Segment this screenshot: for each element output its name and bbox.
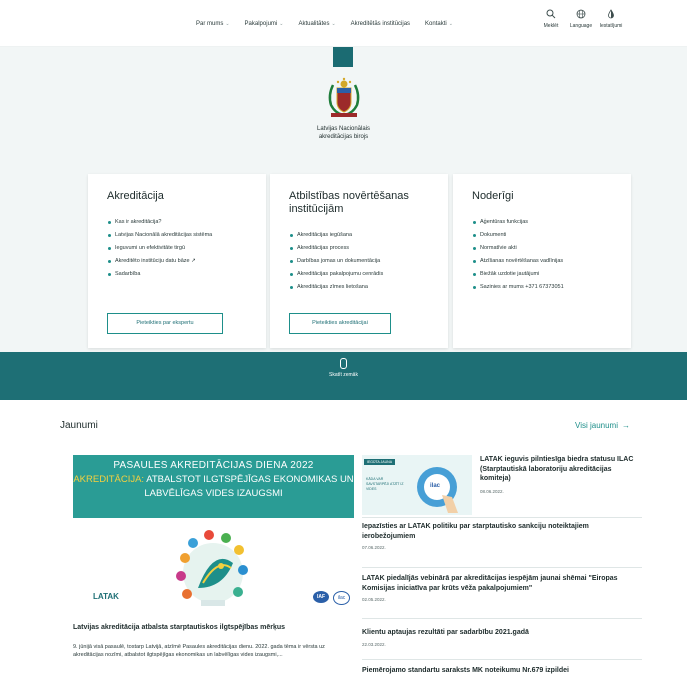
menu-item-par-mums[interactable]: Par mums ⌄ (196, 21, 230, 27)
card-link[interactable]: Darbības jomas un dokumentācija (289, 258, 417, 265)
card-link[interactable]: Akreditēto institūciju datu bāze ↗ (107, 258, 235, 265)
news-item-date: 07.06.2022. (362, 545, 386, 550)
card-link[interactable]: Biežāk uzdotie jautājumi (472, 271, 600, 278)
card-link[interactable]: Ieguvumi un efektivitāte tirgū (107, 245, 235, 252)
menu-item-aktualitates[interactable]: Aktualitātes ⌄ (298, 21, 335, 27)
news-divider (362, 567, 642, 568)
news-divider (362, 659, 642, 660)
org-line-1: Latvijas Nacionālais (316, 126, 371, 132)
iaf-logo: IAF (313, 591, 329, 603)
language-label: Language (569, 23, 593, 29)
news-item-date: 08.06.2022. (480, 488, 504, 494)
news-item-4[interactable]: Klientu aptaujas rezultāti par sadarbību… (362, 628, 642, 647)
ilac-logo: ilac (333, 591, 350, 605)
scroll-label: Skatīt zemāk (329, 372, 358, 378)
top-navigation: Par mums ⌄ Pakalpojumi ⌄ Aktualitātes ⌄ Akr… (0, 0, 687, 47)
card-link[interactable]: Kas ir akreditācija? (107, 219, 235, 226)
organization-name: Latvijas Nacionālais akreditācijas biroj… (0, 125, 687, 141)
settings-button[interactable]: Iestatījumi (596, 9, 626, 29)
card-link[interactable]: Dokumenti (472, 232, 600, 239)
hero-accent-tab (333, 47, 353, 67)
featured-news-excerpt: 9. jūnijā visā pasaulē, tostarp Latvijā,… (73, 644, 325, 658)
card-link[interactable]: Sazinies ar mums +371 67373051 (472, 284, 600, 291)
news-item-date: 02.05.2022. (362, 597, 386, 602)
card-links: Akreditācijas iegūšana Akreditācijas pro… (289, 232, 417, 297)
banner-highlight: AKREDITĀCIJA: (73, 474, 145, 485)
banner-line-2: AKREDITĀCIJA: ATBALSTOT ILGTSPĒJĪGAS EKO… (73, 474, 354, 485)
featured-banner[interactable]: PASAULES AKREDITĀCIJAS DIENA 2022 AKREDI… (73, 455, 354, 518)
chevron-down-icon: ⌄ (225, 21, 230, 27)
featured-news-title[interactable]: Latvijas akreditācija atbalsta starptaut… (73, 624, 358, 631)
main-menu: Par mums ⌄ Pakalpojumi ⌄ Aktualitātes ⌄ Akr… (196, 21, 468, 27)
news-divider (362, 517, 642, 518)
news-item-1[interactable]: LATAK ieguvis pilntiesīga biedra statusu… (480, 455, 640, 494)
news-item-3[interactable]: LATAK piedalījās vebinārā par akreditāci… (362, 574, 642, 602)
banner-line-1: PASAULES AKREDITĀCIJAS DIENA 2022 (113, 460, 314, 471)
card-title: Akreditācija (107, 190, 164, 202)
card-link[interactable]: Akreditācijas process (289, 245, 417, 252)
card-link[interactable]: Atzīšanas novērtēšanas vadlīnijas (472, 258, 600, 265)
news-item-2[interactable]: Iepazīsties ar LATAK politiku par starpt… (362, 522, 642, 550)
apply-expert-button[interactable]: Pieteikties par ekspertu (107, 313, 223, 334)
language-button[interactable]: Language (566, 9, 596, 29)
card-links: Aģentūras funkcijas Dokumenti Normatīvie… (472, 219, 600, 297)
all-news-label: Visi jaunumi (575, 421, 618, 430)
menu-item-pakalpojumi[interactable]: Pakalpojumi ⌄ (245, 21, 284, 27)
mouse-icon (340, 358, 347, 369)
teal-band: Skatīt zemāk (0, 352, 687, 400)
globe-icon (566, 9, 596, 23)
card-link[interactable]: Latvijas Nacionālā akreditācijas sistēma (107, 232, 235, 239)
card-link[interactable]: Akreditācijas iegūšana (289, 232, 417, 239)
chevron-down-icon: ⌄ (331, 21, 336, 27)
news-item-title: LATAK ieguvis pilntiesīga biedra statusu… (480, 456, 634, 482)
card-noderigi: Noderīgi Aģentūras funkcijas Dokumenti N… (453, 174, 631, 348)
card-akreditacija: Akreditācija Kas ir akreditācija? Latvij… (88, 174, 266, 348)
contrast-icon (596, 9, 626, 23)
apply-accreditation-button[interactable]: Pieteikties akreditācijai (289, 313, 391, 334)
news-item-title: Iepazīsties ar LATAK politiku par starpt… (362, 523, 589, 540)
news-heading: Jaunumi (60, 420, 98, 431)
news-divider (362, 618, 642, 619)
menu-item-kontakti[interactable]: Kontakti ⌄ (425, 21, 453, 27)
card-title: Noderīgi (472, 190, 514, 202)
all-news-link[interactable]: Visi jaunumi → (575, 421, 630, 430)
news-thumbnail[interactable]: IEGŪTA JAUNA KĀDA VAR SAVSTARPĒJI ATZĪT … (362, 455, 472, 515)
card-link[interactable]: Akreditācijas zīmes lietošana (289, 284, 417, 291)
news-item-title: Klientu aptaujas rezultāti par sadarbību… (362, 629, 529, 636)
card-link[interactable]: Aģentūras funkcijas (472, 219, 600, 226)
menu-item-akreditetas-institucijas[interactable]: Akreditētās institūcijas (351, 21, 410, 27)
news-item-title: Piemērojamo standartu saraksts MK noteik… (362, 667, 569, 674)
scroll-down-button[interactable]: Skatīt zemāk (0, 358, 687, 378)
header-tools: Meklēt Language Iestatījumi (536, 9, 626, 29)
card-link[interactable]: Sadarbība (107, 271, 235, 278)
settings-label: Iestatījumi (599, 23, 623, 29)
card-link[interactable]: Akreditācijas pakalpojumu cenrādis (289, 271, 417, 278)
chevron-down-icon: ⌄ (448, 21, 453, 27)
news-item-title: LATAK piedalījās vebinārā par akreditāci… (362, 575, 618, 592)
news-item-5[interactable]: Piemērojamo standartu saraksts MK noteik… (362, 666, 642, 676)
banner-line-2-rest: ATBALSTOT ILGTSPĒJĪGAS EKONOMIKAS UN (144, 474, 354, 485)
latak-logo: LATAK (93, 592, 119, 601)
search-icon (536, 9, 566, 23)
card-title: Atbilstības novērtēšanas institūcijām (289, 190, 409, 215)
card-institucijam: Atbilstības novērtēšanas institūcijām Ak… (270, 174, 448, 348)
news-item-date: 22.03.2022. (362, 641, 386, 647)
featured-image[interactable]: LATAK IAF ilac (73, 518, 354, 618)
search-label: Meklēt (543, 23, 559, 29)
search-button[interactable]: Meklēt (536, 9, 566, 29)
org-line-2: akreditācijas birojs (318, 134, 369, 140)
banner-line-3: LABVĒLĪGAS VIDES IZAUGSMI (144, 488, 283, 499)
card-links: Kas ir akreditācija? Latvijas Nacionālā … (107, 219, 235, 284)
coat-of-arms-logo[interactable] (325, 75, 363, 121)
card-link[interactable]: Normatīvie akti (472, 245, 600, 252)
chevron-down-icon: ⌄ (279, 21, 284, 27)
arrow-right-icon: → (621, 421, 630, 430)
thumb-ilac-logo: ilac (430, 483, 441, 489)
